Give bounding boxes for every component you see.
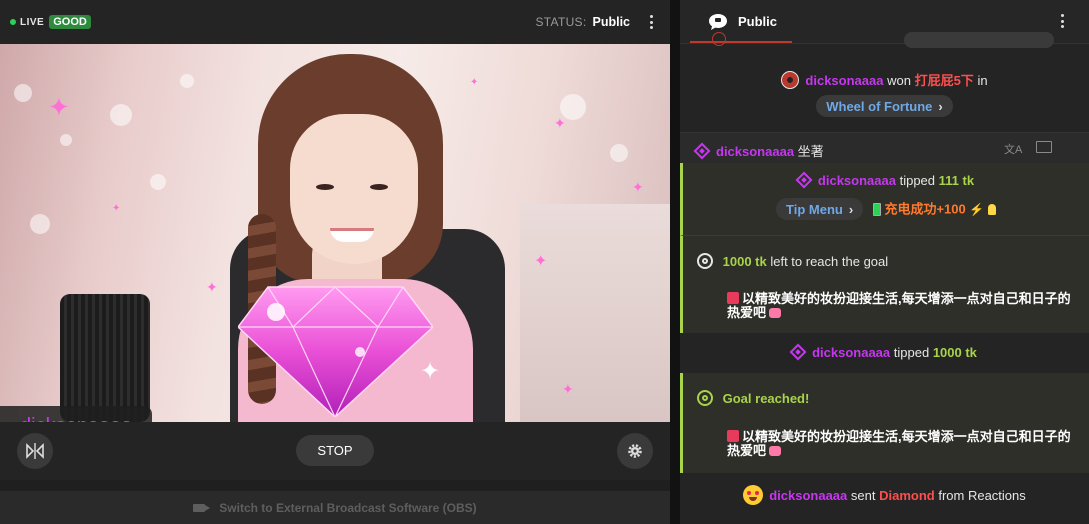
flag-icon[interactable] bbox=[1036, 141, 1052, 153]
status-group: STATUS: Public bbox=[535, 13, 658, 31]
tip-menu-link[interactable]: Tip Menu › bbox=[776, 198, 864, 220]
connection-quality-badge: GOOD bbox=[49, 15, 91, 29]
broadcast-controls: STOP bbox=[0, 422, 670, 480]
sparkle-icon: ✦ bbox=[48, 92, 70, 122]
heart-icon bbox=[727, 292, 739, 304]
chat-username[interactable]: dicksonaaaa bbox=[818, 173, 896, 188]
reaction-verb: sent bbox=[850, 488, 876, 503]
chevron-right-icon: › bbox=[938, 98, 943, 114]
chat-menu-icon[interactable] bbox=[1055, 12, 1069, 30]
panel-divider bbox=[670, 0, 680, 524]
sparkle-icon: ✦ bbox=[112, 203, 121, 214]
sparkle-icon: ✦ bbox=[206, 279, 218, 295]
goal-description: 以精致美好的妆扮迎接生活,每天增添一点对自己和日子的热爱吧 bbox=[727, 430, 1072, 458]
sparkle-icon: ✦ bbox=[562, 381, 574, 397]
switch-to-obs-label: Switch to External Broadcast Software (O… bbox=[219, 500, 477, 515]
chat-username[interactable]: dicksonaaaa bbox=[769, 488, 847, 503]
battery-icon bbox=[872, 202, 881, 216]
diamond-gem-icon bbox=[795, 171, 813, 189]
chat-message-goal-progress: 1000 tk left to reach the goal 以精致美好的妆扮迎… bbox=[680, 235, 1089, 333]
tip-menu-label: Tip Menu bbox=[786, 201, 843, 217]
lightning-icon: ⚡ bbox=[969, 202, 985, 217]
tip-verb: tipped bbox=[893, 345, 930, 360]
speech-bubble-icon bbox=[709, 13, 727, 30]
chat-text: 坐著 bbox=[797, 144, 824, 159]
reaction-suffix: from Reactions bbox=[938, 488, 1026, 503]
streamer-name: dicksonaaaa bbox=[20, 415, 132, 423]
heart-eyes-emoji-icon bbox=[743, 485, 764, 505]
chat-message-goal-reached: Goal reached! 以精致美好的妆扮迎接生活,每天增添一点对自己和日子的… bbox=[680, 373, 1089, 473]
chat-username[interactable]: dicksonaaaa bbox=[805, 73, 883, 88]
lightbulb-icon bbox=[987, 203, 996, 215]
reaction-gift: Diamond bbox=[879, 488, 935, 503]
chat-message-wheel-win: dicksonaaaa won 打屁屁5下 in Wheel of Fortun… bbox=[680, 71, 1089, 117]
chat-message-list[interactable]: dicksonaaaa won 打屁屁5下 in Wheel of Fortun… bbox=[680, 32, 1089, 524]
ribbon-icon bbox=[769, 308, 782, 318]
diamond-gem-icon bbox=[789, 343, 807, 361]
diamond-gem-icon bbox=[693, 142, 711, 160]
tip-menu-item: 充电成功+100 bbox=[884, 201, 966, 217]
live-label: LIVE bbox=[20, 16, 45, 28]
stop-broadcast-button[interactable]: STOP bbox=[296, 435, 374, 466]
flip-horizontal-icon bbox=[26, 443, 44, 459]
tip-verb: tipped bbox=[899, 173, 936, 188]
chat-panel: Public dicksonaaaa won 打屁屁5下 in Wheel of… bbox=[680, 0, 1089, 524]
goal-reached-title: Goal reached! bbox=[722, 391, 810, 406]
microphone bbox=[60, 294, 150, 422]
target-check-icon bbox=[697, 253, 713, 269]
goal-description: 以精致美好的妆扮迎接生活,每天增添一点对自己和日子的热爱吧 bbox=[727, 292, 1072, 320]
mirror-video-button[interactable] bbox=[17, 433, 53, 469]
target-check-icon bbox=[697, 390, 713, 406]
wheel-of-fortune-link[interactable]: Wheel of Fortune › bbox=[816, 95, 953, 117]
broadcast-panel: LIVE GOOD STATUS: Public ✦ ✦ ✦ ✦ ✦ ✦ ✦ ✦… bbox=[0, 0, 670, 524]
chevron-right-icon: › bbox=[848, 201, 854, 217]
status-value[interactable]: Public bbox=[592, 15, 630, 29]
tab-public-chat-label: Public bbox=[738, 14, 778, 29]
wheel-of-fortune-label: Wheel of Fortune bbox=[826, 98, 933, 114]
chat-message-text: dicksonaaaa 坐著 文A bbox=[680, 132, 1089, 163]
chat-message-reaction: dicksonaaaa sent Diamond from Reactions bbox=[680, 473, 1089, 517]
switch-to-obs-button[interactable]: Switch to External Broadcast Software (O… bbox=[0, 491, 670, 524]
sparkle-icon: ✦ bbox=[420, 358, 441, 385]
chat-suffix: in bbox=[977, 73, 988, 88]
live-indicator-dot bbox=[10, 19, 16, 25]
gear-icon bbox=[628, 444, 642, 458]
sparkle-icon: ✦ bbox=[632, 179, 644, 195]
chat-username[interactable]: dicksonaaaa bbox=[812, 345, 890, 360]
broadcast-app: LIVE GOOD STATUS: Public ✦ ✦ ✦ ✦ ✦ ✦ ✦ ✦… bbox=[0, 0, 1089, 524]
broadcast-topbar: LIVE GOOD STATUS: Public bbox=[0, 0, 670, 44]
goal-remaining-amount: 1000 tk bbox=[722, 254, 767, 269]
sparkle-icon: ✦ bbox=[554, 115, 566, 131]
tip-amount: 1000 tk bbox=[932, 345, 977, 360]
translate-icon[interactable]: 文A bbox=[1004, 141, 1022, 157]
chat-message-partial bbox=[680, 32, 1089, 48]
broadcast-menu-icon[interactable] bbox=[644, 13, 658, 31]
chat-message-tip: dicksonaaaa tipped 111 tk Tip Menu › 充电成功… bbox=[680, 163, 1089, 235]
status-label: STATUS: bbox=[535, 15, 587, 29]
chat-verb: won bbox=[887, 73, 911, 88]
sparkle-icon: ✦ bbox=[534, 253, 548, 270]
chat-message-tip: dicksonaaaa tipped 1000 tk bbox=[680, 333, 1089, 373]
sparkle-icon: ✦ bbox=[470, 77, 479, 88]
goal-remaining-text: left to reach the goal bbox=[770, 254, 889, 269]
wheel-of-fortune-icon bbox=[781, 71, 800, 89]
live-video-preview: ✦ ✦ ✦ ✦ ✦ ✦ ✦ ✦ ✦ dicksonaaaa bbox=[0, 44, 670, 422]
diamond-reaction-icon bbox=[238, 286, 433, 417]
streamer-name-tag: dicksonaaaa bbox=[0, 406, 153, 423]
wheel-prize: 打屁屁5下 bbox=[914, 73, 974, 88]
tab-public-chat[interactable]: Public bbox=[708, 13, 777, 31]
ribbon-icon bbox=[769, 446, 782, 456]
heart-icon bbox=[727, 430, 739, 442]
broadcast-settings-button[interactable] bbox=[617, 433, 653, 469]
chat-username[interactable]: dicksonaaaa bbox=[716, 144, 794, 159]
tip-amount: 111 tk bbox=[938, 173, 975, 188]
video-camera-icon bbox=[193, 503, 211, 512]
